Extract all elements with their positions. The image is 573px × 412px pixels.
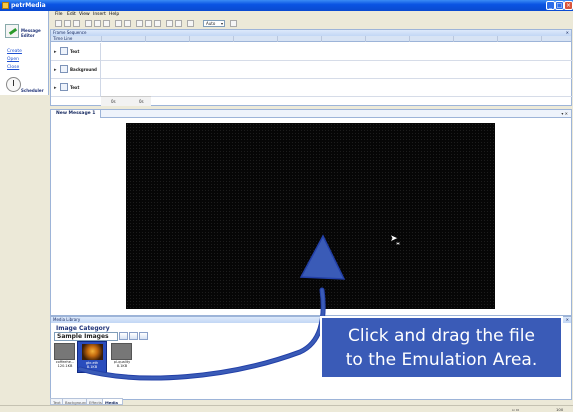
media-thumbnail[interactable] [54,343,75,360]
play-icon[interactable] [166,20,173,27]
new-icon[interactable] [55,20,62,27]
maximize-button[interactable]: □ [555,1,564,10]
stop-icon[interactable] [175,20,182,27]
thumbnail-image [82,344,103,360]
image-category-select[interactable]: Sample Images [54,332,118,341]
media-thumbnail-selected[interactable]: gkr-eth 8.1KB [77,341,107,373]
nav-open-link[interactable]: Open [7,57,19,62]
frame-duration: 0s [139,99,144,104]
paste-icon[interactable] [103,20,110,27]
media-library-title: Media Library [53,317,81,322]
expand-icon[interactable]: ▸ [54,85,57,91]
panel-close-icon[interactable]: ✕ [566,317,569,323]
layer-name-cell: ▸ Background [51,61,101,79]
text-layer-icon [60,47,68,55]
thumbnail-caption: gkr-eth 8.1KB [85,361,99,369]
layer-name: Text [70,85,80,90]
thumbnail-caption: pl-quality 8.1KB [113,360,131,368]
thumbnail-caption: coffeehe... 120.1KB [55,360,75,368]
left-navigation: Message Editor Create Open Close Schedul… [0,11,49,95]
nav-close-link[interactable]: Close [7,65,19,70]
title-bar: petrMedia _ □ × [0,0,573,11]
nav-message-editor[interactable]: Message Editor [2,23,48,43]
zoom-value: 100 [556,407,564,412]
layer-row[interactable]: ▸ Background [51,61,573,79]
expand-icon[interactable]: ▸ [54,49,57,55]
open-icon[interactable] [64,20,71,27]
expand-icon[interactable]: ▸ [54,67,57,73]
emulation-panel: ▾ ✕ New Message 1 ➤ [50,109,572,316]
nav-editor-label: Message Editor [21,28,41,38]
menu-bar: File Edit View Insert Help [49,11,573,19]
nav-create-link[interactable]: Create [7,49,22,54]
close-button[interactable]: × [564,1,573,10]
frame-sequence-title: Frame Sequence [53,30,87,35]
undo-icon[interactable] [115,20,122,27]
timeline-label: Time Line [53,36,73,41]
image-category-title: Image Category [56,325,110,332]
menu-edit[interactable]: Edit [67,12,76,17]
clock-icon [6,77,21,92]
tab-new-message-1[interactable]: New Message 1 [51,110,102,118]
text-layer-icon [60,83,68,91]
frame-durations: 0s 0s [101,96,151,106]
redo-icon[interactable] [124,20,131,27]
dragged-file-icon [396,242,400,245]
frame-sequence-panel: Frame Sequence ✕ Time Line ▸ Text ▸ Back… [50,29,573,106]
app-icon [2,2,9,9]
menu-insert[interactable]: Insert [93,12,106,17]
layer-row[interactable]: ▸ Text [51,79,573,97]
emulation-area[interactable]: ➤ [126,123,495,309]
frame-duration: 0s [111,99,116,104]
layer-name: Text [70,49,80,54]
layer-name-cell: ▸ Text [51,43,101,61]
layer-row[interactable]: ▸ Text [51,43,573,61]
copy-icon[interactable] [94,20,101,27]
menu-view[interactable]: View [79,12,90,17]
menu-file[interactable]: File [55,12,63,17]
insert-text-icon[interactable] [136,20,143,27]
zoom-readout: ▫ ▭ [512,407,520,412]
layer-name: Background [70,67,97,72]
refresh-icon[interactable] [139,332,148,340]
minimize-button[interactable]: _ [546,1,555,10]
panel-close-icon[interactable]: ▾ ✕ [561,111,568,116]
emulation-header: ▾ ✕ [51,110,571,118]
nav-scheduler-label: Scheduler [21,88,44,93]
callout-line-1: Click and drag the file [348,326,535,346]
timeline-row: Time Line [51,36,571,42]
save-icon[interactable] [73,20,80,27]
toolbar: Auto [49,19,573,29]
status-bar: ▫ ▭ 100 [0,405,573,412]
window-title: petrMedia [11,2,46,9]
background-layer-icon [60,65,68,73]
tab-media-library[interactable]: Media Library [102,398,124,412]
insert-shape-icon[interactable] [154,20,161,27]
layer-name-cell: ▸ Text [51,79,101,97]
import-icon[interactable] [119,332,128,340]
insert-image-icon[interactable] [145,20,152,27]
help-icon[interactable] [230,20,237,27]
instruction-callout: Click and drag the file to the Emulation… [320,316,563,379]
menu-help[interactable]: Help [109,12,119,17]
media-thumbnail[interactable] [111,343,132,360]
message-editor-icon [5,24,19,38]
delete-icon[interactable] [129,332,138,340]
nav-scheduler[interactable]: Scheduler [2,77,48,95]
cut-icon[interactable] [85,20,92,27]
zoom-select[interactable]: Auto [203,20,225,27]
timeline-ruler[interactable] [101,36,571,42]
callout-line-2: to the Emulation Area. [345,350,538,370]
send-icon[interactable] [187,20,194,27]
